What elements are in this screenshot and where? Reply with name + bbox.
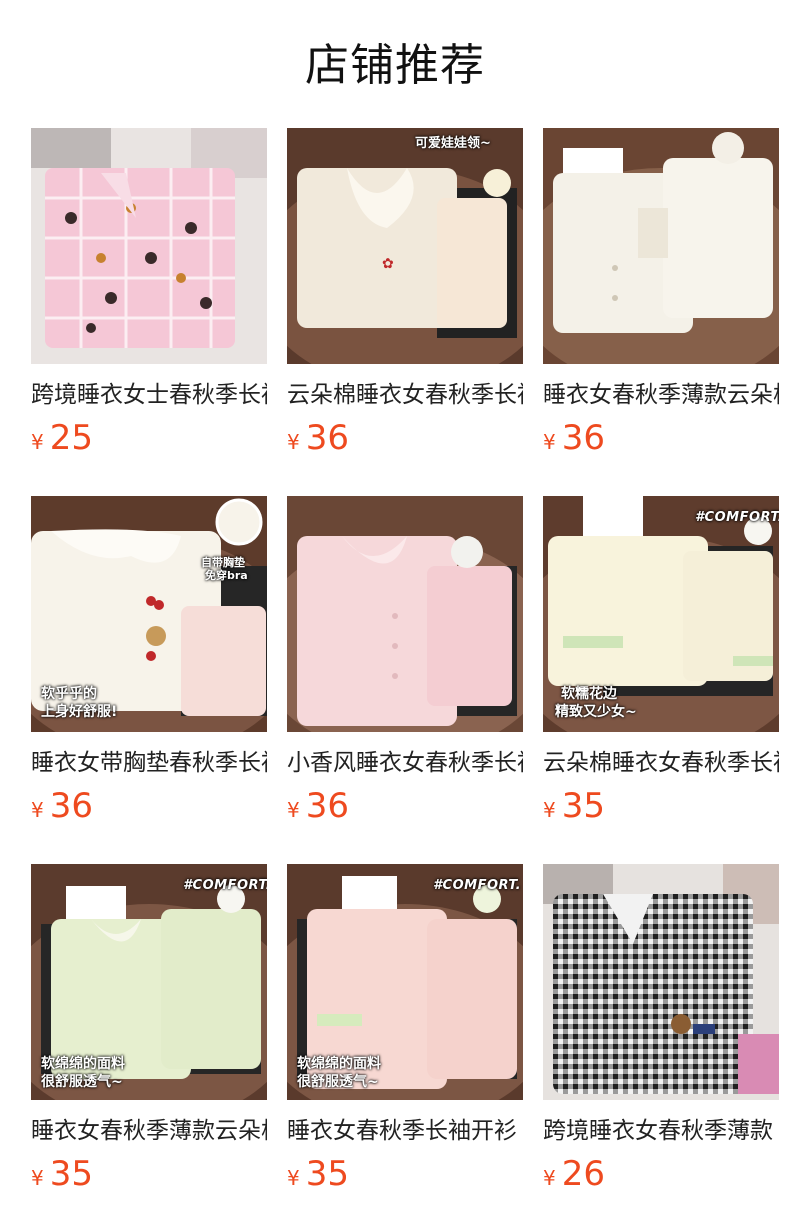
product-price: ¥35 bbox=[287, 1154, 349, 1194]
product-card[interactable]: 跨境睡衣女士春秋季长袖 ¥25 bbox=[31, 128, 267, 458]
currency-symbol: ¥ bbox=[287, 798, 300, 822]
image-caption: 软绵绵的面料 bbox=[41, 1056, 125, 1072]
product-price: ¥36 bbox=[31, 786, 93, 826]
page-title: 店铺推荐 bbox=[305, 40, 485, 91]
product-title[interactable]: 睡衣女春秋季长袖开衫 bbox=[287, 1116, 523, 1148]
product-card[interactable]: #COMFORT. 软绵绵的面料 很舒服透气~ 睡衣女春秋季长袖开衫 ¥35 bbox=[287, 864, 523, 1194]
price-value: 36 bbox=[305, 418, 349, 458]
image-caption: #COMFORT. bbox=[433, 878, 522, 893]
svg-text:✿: ✿ bbox=[382, 256, 394, 272]
price-value: 35 bbox=[561, 786, 605, 826]
product-image[interactable]: #COMFORT. 软绵绵的面料 很舒服透气~ bbox=[287, 864, 523, 1100]
currency-symbol: ¥ bbox=[287, 1166, 300, 1190]
currency-symbol: ¥ bbox=[31, 798, 44, 822]
currency-symbol: ¥ bbox=[543, 430, 556, 454]
image-caption: 很舒服透气~ bbox=[41, 1074, 123, 1090]
product-title[interactable]: 跨境睡衣女春秋季薄款 bbox=[543, 1116, 779, 1148]
product-price: ¥25 bbox=[31, 418, 93, 458]
price-value: 26 bbox=[561, 1154, 605, 1194]
image-caption: 精致又少女~ bbox=[555, 704, 637, 720]
product-title[interactable]: 睡衣女带胸垫春秋季长袖 bbox=[31, 748, 267, 780]
product-price: ¥36 bbox=[543, 418, 605, 458]
image-caption: 很舒服透气~ bbox=[297, 1074, 379, 1090]
image-caption: 免穿bra bbox=[205, 569, 248, 582]
product-card[interactable]: #COMFORT. 软糯花边 精致又少女~ 云朵棉睡衣女春秋季长袖 ¥35 bbox=[543, 496, 779, 826]
product-card[interactable]: 睡衣女春秋季薄款云朵棉 ¥36 bbox=[543, 128, 779, 458]
product-price: ¥35 bbox=[543, 786, 605, 826]
image-caption: 软乎乎的 bbox=[41, 686, 97, 702]
currency-symbol: ¥ bbox=[31, 430, 44, 454]
product-image[interactable]: #COMFORT. 软绵绵的面料 很舒服透气~ bbox=[31, 864, 267, 1100]
image-caption: 可爱娃娃领~ bbox=[415, 136, 491, 151]
product-card[interactable]: ✿ 可爱娃娃领~ 云朵棉睡衣女春秋季长袖 ¥36 bbox=[287, 128, 523, 458]
product-image[interactable] bbox=[543, 864, 779, 1100]
image-caption: 自带胸垫 bbox=[201, 556, 245, 569]
image-caption: 上身好舒服! bbox=[41, 704, 118, 720]
product-image[interactable] bbox=[543, 128, 779, 364]
product-card[interactable]: #COMFORT. 软绵绵的面料 很舒服透气~ 睡衣女春秋季薄款云朵棉 ¥35 bbox=[31, 864, 267, 1194]
product-title[interactable]: 睡衣女春秋季薄款云朵棉 bbox=[543, 380, 779, 412]
product-title[interactable]: 云朵棉睡衣女春秋季长袖 bbox=[543, 748, 779, 780]
price-value: 36 bbox=[561, 418, 605, 458]
currency-symbol: ¥ bbox=[543, 1166, 556, 1190]
product-price: ¥36 bbox=[287, 786, 349, 826]
product-price: ¥26 bbox=[543, 1154, 605, 1194]
price-value: 36 bbox=[49, 786, 93, 826]
price-value: 25 bbox=[49, 418, 93, 458]
product-image[interactable]: ✿ 可爱娃娃领~ bbox=[287, 128, 523, 364]
image-caption: #COMFORT. bbox=[695, 510, 779, 525]
currency-symbol: ¥ bbox=[287, 430, 300, 454]
product-title[interactable]: 睡衣女春秋季薄款云朵棉 bbox=[31, 1116, 267, 1148]
product-grid: 跨境睡衣女士春秋季长袖 ¥25 ✿ 可爱娃娃领~ 云朵棉睡衣女春秋季长袖 ¥36 bbox=[31, 128, 790, 1194]
price-value: 36 bbox=[305, 786, 349, 826]
product-image[interactable]: 自带胸垫 免穿bra 软乎乎的 上身好舒服! bbox=[31, 496, 267, 732]
product-card[interactable]: 跨境睡衣女春秋季薄款 ¥26 bbox=[543, 864, 779, 1194]
product-image[interactable]: #COMFORT. 软糯花边 精致又少女~ bbox=[543, 496, 779, 732]
product-card[interactable]: 小香风睡衣女春秋季长袖 ¥36 bbox=[287, 496, 523, 826]
product-price: ¥35 bbox=[31, 1154, 93, 1194]
image-caption: #COMFORT. bbox=[183, 878, 267, 893]
product-image[interactable] bbox=[31, 128, 267, 364]
product-title[interactable]: 云朵棉睡衣女春秋季长袖 bbox=[287, 380, 523, 412]
price-value: 35 bbox=[305, 1154, 349, 1194]
product-image[interactable] bbox=[287, 496, 523, 732]
currency-symbol: ¥ bbox=[31, 1166, 44, 1190]
currency-symbol: ¥ bbox=[543, 798, 556, 822]
price-value: 35 bbox=[49, 1154, 93, 1194]
product-title[interactable]: 跨境睡衣女士春秋季长袖 bbox=[31, 380, 267, 412]
product-card[interactable]: 自带胸垫 免穿bra 软乎乎的 上身好舒服! 睡衣女带胸垫春秋季长袖 ¥36 bbox=[31, 496, 267, 826]
image-caption: 软绵绵的面料 bbox=[297, 1056, 381, 1072]
product-title[interactable]: 小香风睡衣女春秋季长袖 bbox=[287, 748, 523, 780]
image-caption: 软糯花边 bbox=[561, 686, 617, 702]
product-price: ¥36 bbox=[287, 418, 349, 458]
